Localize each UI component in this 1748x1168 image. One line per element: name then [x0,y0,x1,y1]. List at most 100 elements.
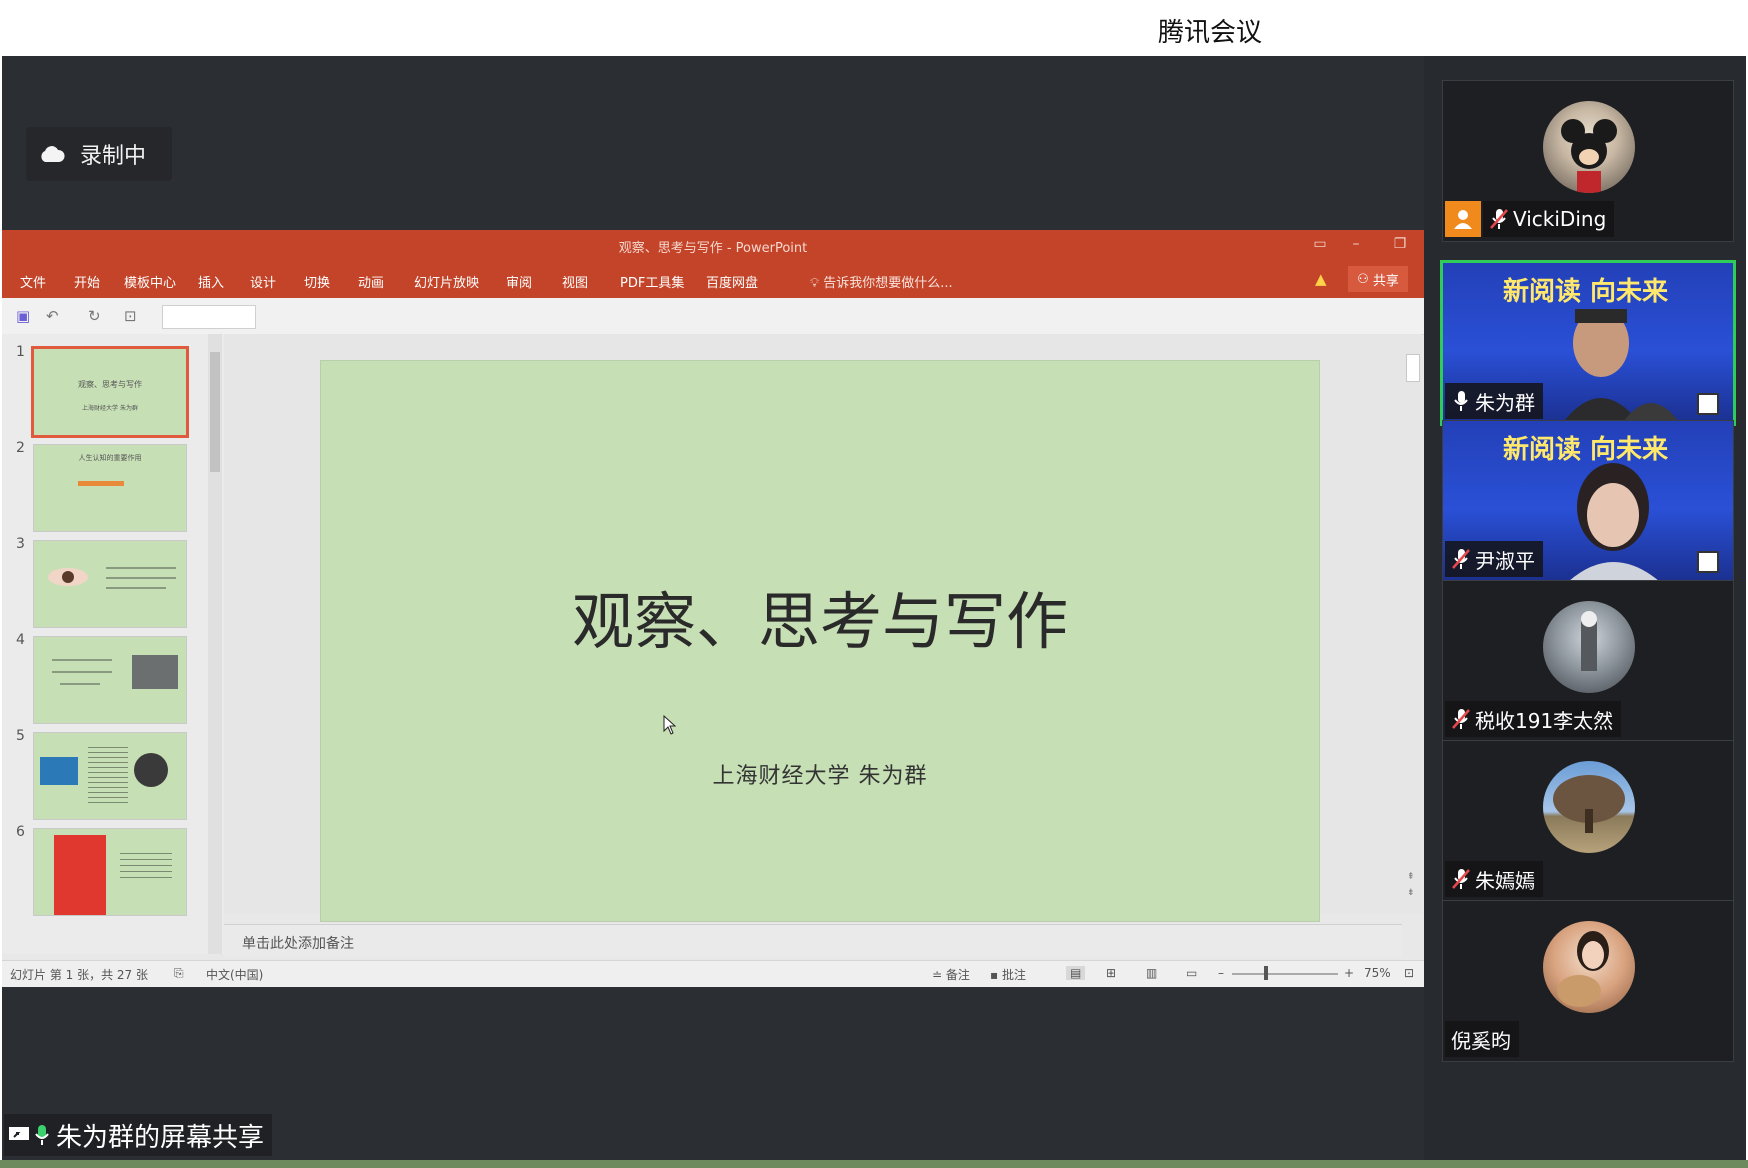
thumb-text-line [106,577,176,579]
normal-view-icon[interactable]: ▤ [1066,966,1086,980]
slide-thumbnail-2[interactable]: 人生认知的重要作用 [33,444,187,532]
participant-name: 税收191李太然 [1475,708,1614,733]
prev-slide-icon[interactable]: ⇞ [1407,872,1415,882]
participant-name-tag: 税收191李太然 [1445,701,1622,737]
lightbulb-icon: 💡︎ [810,276,820,291]
slide-thumbnail-pane: 1 观察、思考与写作 上海财经大学 朱为群 2 人生认知的重要作用 3 4 5 [2,334,224,954]
maximize-icon[interactable]: ❐ [1390,236,1410,252]
reading-view-icon[interactable]: ▥ [1146,966,1157,980]
menu-file[interactable]: 文件 [20,272,46,291]
quick-access-dropdown[interactable] [162,305,256,329]
app-title: 腾讯会议 [1158,18,1263,48]
menu-slideshow[interactable]: 幻灯片放映 [414,272,479,291]
participant-tile[interactable]: 倪奚昀 [1442,900,1734,1062]
slide-thumbnail-3[interactable] [33,540,187,628]
current-slide[interactable]: 观察、思考与写作 上海财经大学 朱为群 [320,360,1320,922]
eye-image [48,568,88,586]
participant-name-tag: 倪奚昀 [1445,1021,1519,1057]
screen-share-owner: 朱为群的屏幕共享 [56,1122,265,1153]
thumbnail-scroll-thumb[interactable] [210,352,220,472]
menu-insert[interactable]: 插入 [198,272,224,291]
undo-icon[interactable]: ↶ [46,307,59,325]
participant-tile[interactable]: 朱嫣嫣 [1442,740,1734,902]
menu-animations[interactable]: 动画 [358,272,384,291]
menu-pdf-tools[interactable]: PDF工具集 [620,272,684,291]
menu-design[interactable]: 设计 [250,272,276,291]
participant-tile[interactable]: 税收191李太然 [1442,580,1734,742]
slide-sorter-icon[interactable]: ⊞ [1106,966,1116,980]
host-badge [1445,201,1481,237]
thumb-text-line [52,671,112,673]
zoom-in-icon[interactable]: + [1344,966,1354,980]
next-slide-icon[interactable]: ⇟ [1407,888,1415,898]
menu-baidu-netdisk[interactable]: 百度网盘 [706,272,758,291]
notes-toggle-label: 备注 [945,968,970,982]
ppt-window-title: 观察、思考与写作 - PowerPoint [618,241,808,256]
zoom-out-icon[interactable]: – [1218,966,1224,980]
fit-to-window-icon[interactable]: ⊡ [1404,966,1414,980]
thumb-image-head [134,753,168,787]
thumb-number: 3 [16,536,25,552]
participant-tile-active-speaker[interactable]: 新阅读 向未来 朱为群 [1440,260,1736,426]
menu-transitions[interactable]: 切换 [304,272,330,291]
thumb-text-block [88,747,128,807]
tell-me-search[interactable]: 💡︎ 告诉我你想要做什么... [810,272,953,291]
notes-toggle[interactable]: ≐ 备注 [932,966,970,983]
minimize-icon[interactable]: – [1346,236,1366,252]
slide-thumbnail-1[interactable]: 观察、思考与写作 上海财经大学 朱为群 [31,346,189,438]
brain-image [132,655,178,689]
slide-thumbnail-4[interactable] [33,636,187,724]
mic-muted-icon [1452,869,1470,889]
spellcheck-icon[interactable]: ⎘ [174,966,184,981]
ppt-ribbon-tabs: 文件 开始 模板中心 插入 设计 切换 动画 幻灯片放映 审阅 视图 PDF工具… [2,262,1424,298]
menu-review[interactable]: 审阅 [506,272,532,291]
mic-muted-icon [1452,549,1470,569]
menu-home[interactable]: 开始 [74,272,100,291]
participant-name: 尹淑平 [1475,548,1535,573]
microphone-icon [35,1125,49,1145]
thumb-number: 1 [16,344,25,360]
comments-toggle-label: 批注 [1001,968,1026,982]
thumb-subtitle: 上海财经大学 朱为群 [82,405,138,412]
redo-icon[interactable]: ↻ [88,307,101,325]
avatar [1543,761,1635,853]
share-button[interactable]: ⚇ 共享 [1348,266,1408,292]
notes-pane[interactable]: 单击此处添加备注 [224,924,1402,957]
thumb-image-blue [40,757,78,785]
thumbnail-scrollbar[interactable] [208,334,222,954]
zoom-level[interactable]: 75% [1364,966,1391,980]
start-slideshow-icon[interactable]: ⊡ [124,307,137,325]
avatar [1543,921,1635,1013]
slide-vertical-scrollbar[interactable]: ⇞ ⇟ [1402,334,1422,914]
slide-subtitle[interactable]: 上海财经大学 朱为群 [321,758,1319,790]
zoom-slider-handle[interactable] [1264,966,1268,980]
menu-view[interactable]: 视图 [562,272,588,291]
recording-badge[interactable]: 录制中 [26,127,172,181]
slide-title[interactable]: 观察、思考与写作 [321,571,1319,661]
qr-code-image [1697,393,1719,415]
menu-template-center[interactable]: 模板中心 [124,272,176,291]
save-icon[interactable]: ▣ [16,307,30,325]
screen-share-label: 朱为群的屏幕共享 [4,1114,273,1156]
language-indicator[interactable]: 中文(中国) [206,966,263,983]
participant-name: 朱为群 [1475,390,1535,415]
slide-thumbnail-5[interactable] [33,732,187,820]
participant-video-person [1562,309,1680,423]
participant-name: 倪奚昀 [1451,1028,1511,1053]
warning-icon[interactable]: ▲ [1315,270,1327,288]
ribbon-display-icon[interactable]: ▭ [1310,236,1330,252]
slide-thumbnail-6[interactable] [33,828,187,916]
participant-tile[interactable]: 新阅读 向未来 尹淑平 [1442,420,1734,582]
slide-scroll-thumb[interactable] [1406,354,1420,382]
slideshow-view-icon[interactable]: ▭ [1186,966,1197,980]
user-icon [1454,210,1472,229]
avatar [1543,601,1635,693]
cloud-icon [41,146,65,162]
avatar-image [1557,931,1609,1007]
participant-name-tag: 尹淑平 [1445,541,1543,577]
participant-tile[interactable]: VickiDing [1442,80,1734,242]
comments-toggle[interactable]: ▪ 批注 [990,966,1026,983]
slide-editing-canvas: 观察、思考与写作 上海财经大学 朱为群 [224,334,1402,922]
notes-placeholder: 单击此处添加备注 [242,936,354,952]
zoom-slider[interactable] [1232,973,1338,975]
